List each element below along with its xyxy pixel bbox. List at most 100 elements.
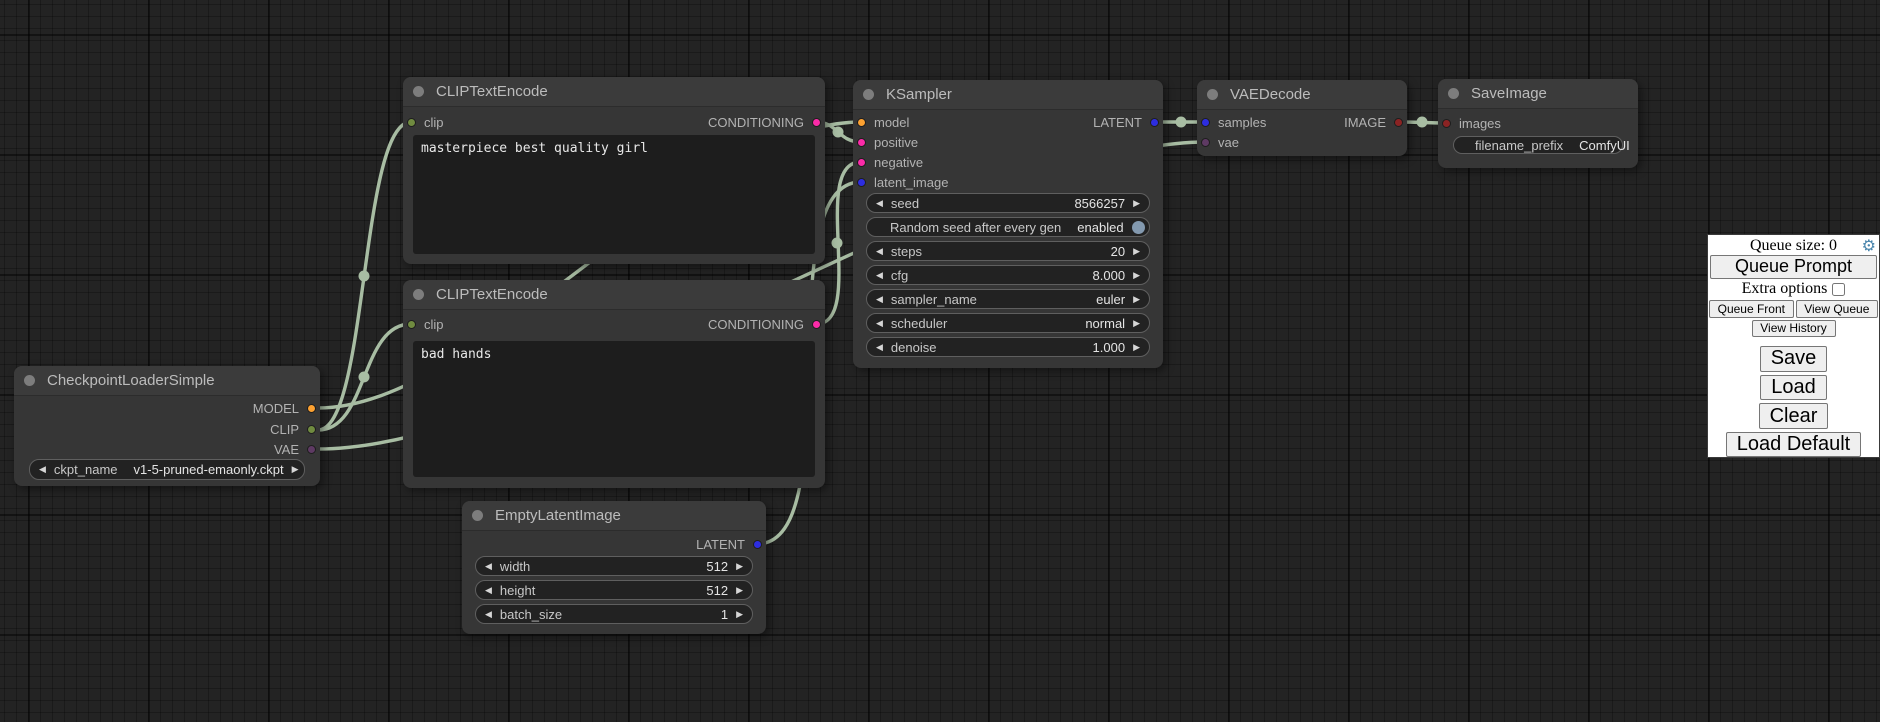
save-button[interactable]: Save	[1760, 346, 1828, 372]
node-collapse-dot[interactable]	[1207, 89, 1218, 100]
latent-input-dot[interactable]	[857, 178, 866, 187]
vae-input-dot[interactable]	[1201, 138, 1210, 147]
input-slot-clip[interactable]: clip	[407, 314, 444, 334]
toggle-knob[interactable]	[1132, 221, 1145, 234]
negative-prompt-textarea[interactable]: bad hands	[413, 341, 815, 477]
widget-height[interactable]: ◀ height 512 ▶	[475, 580, 753, 600]
prev-arrow-icon[interactable]: ◀	[876, 295, 883, 304]
latent-output-dot[interactable]	[1150, 118, 1159, 127]
positive-input-dot[interactable]	[857, 138, 866, 147]
positive-prompt-textarea[interactable]: masterpiece best quality girl	[413, 135, 815, 254]
widget-sampler-name[interactable]: ◀ sampler_name euler ▶	[866, 289, 1150, 309]
clear-button[interactable]: Clear	[1759, 403, 1829, 429]
image-output-dot[interactable]	[1394, 118, 1403, 127]
next-arrow-icon[interactable]: ▶	[1133, 319, 1140, 328]
decrement-arrow-icon[interactable]: ◀	[876, 199, 883, 208]
increment-arrow-icon[interactable]: ▶	[736, 610, 743, 619]
increment-arrow-icon[interactable]: ▶	[1133, 247, 1140, 256]
graph-canvas[interactable]: { "icons": { "arrow_left": "◀", "arrow_r…	[0, 0, 1880, 722]
load-default-button[interactable]: Load Default	[1726, 432, 1861, 457]
decrement-arrow-icon[interactable]: ◀	[876, 271, 883, 280]
widget-cfg[interactable]: ◀ cfg 8.000 ▶	[866, 265, 1150, 285]
node-collapse-dot[interactable]	[1448, 88, 1459, 99]
clip-input-dot[interactable]	[407, 118, 416, 127]
input-slot-clip[interactable]: clip	[407, 112, 444, 132]
output-slot-model[interactable]: MODEL	[253, 398, 316, 418]
node-title-bar[interactable]: KSampler	[853, 80, 1163, 110]
prev-arrow-icon[interactable]: ◀	[39, 465, 46, 474]
output-slot-image[interactable]: IMAGE	[1344, 112, 1403, 132]
queue-prompt-button[interactable]: Queue Prompt	[1710, 255, 1877, 279]
output-slot-conditioning[interactable]: CONDITIONING	[708, 314, 821, 334]
extra-options-checkbox[interactable]	[1832, 283, 1845, 296]
widget-ckpt-name[interactable]: ◀ ckpt_name v1-5-pruned-emaonly.ckpt ▶	[29, 459, 305, 480]
increment-arrow-icon[interactable]: ▶	[736, 586, 743, 595]
samples-input-dot[interactable]	[1201, 118, 1210, 127]
decrement-arrow-icon[interactable]: ◀	[485, 586, 492, 595]
output-slot-latent[interactable]: LATENT	[696, 534, 762, 554]
widget-random-seed-toggle[interactable]: Random seed after every gen enabled	[866, 217, 1150, 237]
input-slot-negative[interactable]: negative	[857, 152, 923, 172]
node-collapse-dot[interactable]	[24, 375, 35, 386]
output-slot-clip[interactable]: CLIP	[270, 419, 316, 439]
input-slot-model[interactable]: model	[857, 112, 909, 132]
load-button[interactable]: Load	[1760, 375, 1827, 401]
output-slot-vae[interactable]: VAE	[274, 439, 316, 459]
images-input-dot[interactable]	[1442, 119, 1451, 128]
node-title-bar[interactable]: VAEDecode	[1197, 80, 1407, 110]
negative-input-dot[interactable]	[857, 158, 866, 167]
view-queue-button[interactable]: View Queue	[1796, 300, 1878, 318]
node-title-bar[interactable]: CLIPTextEncode	[403, 280, 825, 310]
increment-arrow-icon[interactable]: ▶	[1133, 271, 1140, 280]
node-ksampler[interactable]: KSampler model positive negative latent_…	[853, 80, 1163, 368]
node-title-bar[interactable]: SaveImage	[1438, 79, 1638, 109]
input-slot-latent-image[interactable]: latent_image	[857, 172, 948, 192]
input-slot-images[interactable]: images	[1442, 113, 1501, 133]
output-slot-conditioning[interactable]: CONDITIONING	[708, 112, 821, 132]
input-slot-vae[interactable]: vae	[1201, 132, 1239, 152]
decrement-arrow-icon[interactable]: ◀	[485, 610, 492, 619]
vae-output-dot[interactable]	[307, 445, 316, 454]
node-collapse-dot[interactable]	[413, 289, 424, 300]
widget-filename-prefix[interactable]: filename_prefix ComfyUI	[1453, 136, 1623, 154]
decrement-arrow-icon[interactable]: ◀	[876, 343, 883, 352]
increment-arrow-icon[interactable]: ▶	[1133, 343, 1140, 352]
widget-batch-size[interactable]: ◀ batch_size 1 ▶	[475, 604, 753, 624]
decrement-arrow-icon[interactable]: ◀	[876, 247, 883, 256]
input-slot-samples[interactable]: samples	[1201, 112, 1266, 132]
node-title-bar[interactable]: CLIPTextEncode	[403, 77, 825, 107]
next-arrow-icon[interactable]: ▶	[1133, 295, 1140, 304]
widget-seed[interactable]: ◀ seed 8566257 ▶	[866, 193, 1150, 213]
node-clip-text-encode-positive[interactable]: CLIPTextEncode clip CONDITIONING masterp…	[403, 77, 825, 264]
node-collapse-dot[interactable]	[863, 89, 874, 100]
output-slot-latent[interactable]: LATENT	[1093, 112, 1159, 132]
widget-scheduler[interactable]: ◀ scheduler normal ▶	[866, 313, 1150, 333]
node-collapse-dot[interactable]	[472, 510, 483, 521]
increment-arrow-icon[interactable]: ▶	[1133, 199, 1140, 208]
node-collapse-dot[interactable]	[413, 86, 424, 97]
increment-arrow-icon[interactable]: ▶	[736, 562, 743, 571]
decrement-arrow-icon[interactable]: ◀	[485, 562, 492, 571]
clip-output-dot[interactable]	[307, 425, 316, 434]
node-vae-decode[interactable]: VAEDecode samples vae IMAGE	[1197, 80, 1407, 156]
input-slot-positive[interactable]: positive	[857, 132, 918, 152]
node-checkpoint-loader-simple[interactable]: CheckpointLoaderSimple MODEL CLIP VAE ◀ …	[14, 366, 320, 486]
settings-gear-icon[interactable]: ⚙	[1862, 236, 1876, 256]
conditioning-output-dot[interactable]	[812, 320, 821, 329]
latent-output-dot[interactable]	[753, 540, 762, 549]
node-clip-text-encode-negative[interactable]: CLIPTextEncode clip CONDITIONING bad han…	[403, 280, 825, 488]
node-save-image[interactable]: SaveImage images filename_prefix ComfyUI	[1438, 79, 1638, 168]
model-output-dot[interactable]	[307, 404, 316, 413]
widget-denoise[interactable]: ◀ denoise 1.000 ▶	[866, 337, 1150, 357]
conditioning-output-dot[interactable]	[812, 118, 821, 127]
queue-front-button[interactable]: Queue Front	[1709, 300, 1794, 318]
model-input-dot[interactable]	[857, 118, 866, 127]
widget-width[interactable]: ◀ width 512 ▶	[475, 556, 753, 576]
next-arrow-icon[interactable]: ▶	[292, 465, 299, 474]
view-history-button[interactable]: View History	[1752, 320, 1836, 337]
prev-arrow-icon[interactable]: ◀	[876, 319, 883, 328]
widget-steps[interactable]: ◀ steps 20 ▶	[866, 241, 1150, 261]
node-title-bar[interactable]: CheckpointLoaderSimple	[14, 366, 320, 396]
node-empty-latent-image[interactable]: EmptyLatentImage LATENT ◀ width 512 ▶ ◀ …	[462, 501, 766, 634]
node-title-bar[interactable]: EmptyLatentImage	[462, 501, 766, 531]
